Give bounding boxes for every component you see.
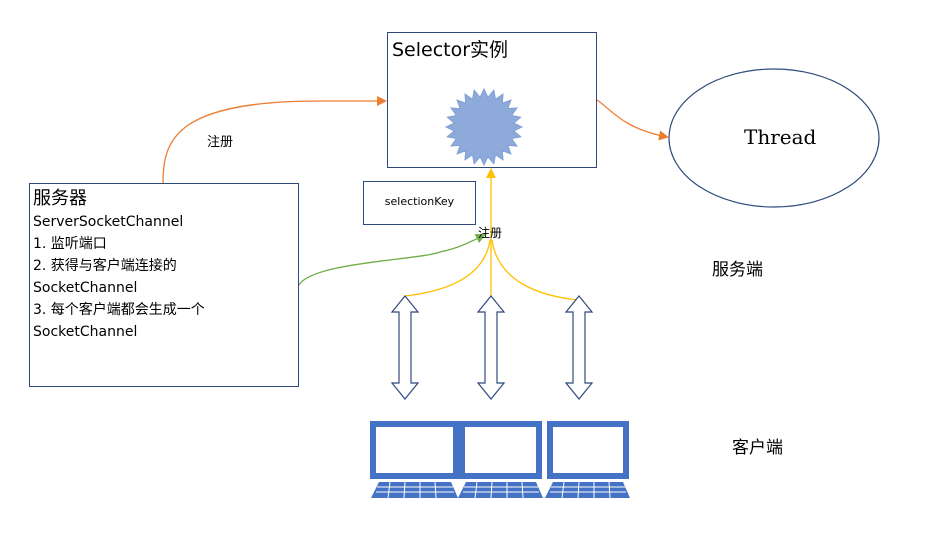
server-title: 服务器 — [33, 188, 87, 209]
computer-icon-2 — [458, 421, 543, 499]
server-box: 服务器 ServerSocketChannel 1. 监听端口 2. 获得与客户… — [29, 183, 299, 387]
server-to-register-arrow — [298, 234, 486, 286]
server-description: 服务器 ServerSocketChannel 1. 监听端口 2. 获得与客户… — [33, 187, 205, 343]
server-line: 2. 获得与客户端连接的 — [33, 258, 177, 274]
computer-icon-1 — [370, 421, 459, 499]
client-register-label: 注册 — [478, 226, 503, 240]
server-line: 3. 每个客户端都会生成一个 — [33, 302, 205, 318]
selector-star-icon — [444, 87, 524, 167]
server-line: ServerSocketChannel — [33, 214, 184, 230]
server-line: SocketChannel — [33, 280, 138, 296]
double-arrow-left — [390, 295, 420, 400]
selector-box: Selector实例 — [387, 32, 597, 168]
selector-to-thread-arrow — [596, 99, 669, 141]
selection-key-box: selectionKey — [363, 181, 476, 225]
server-register-label: 注册 — [207, 135, 234, 150]
thread-label: Thread — [744, 125, 817, 149]
double-arrow-right — [564, 295, 594, 400]
server-side-label: 服务端 — [712, 260, 763, 280]
server-line: SocketChannel — [33, 324, 138, 340]
client-line-left — [404, 239, 491, 297]
computer-icon-3 — [545, 421, 630, 499]
client-line-right — [491, 239, 579, 301]
selection-key-label: selectionKey — [384, 195, 455, 208]
server-to-selector-arrow — [162, 96, 387, 184]
double-arrow-middle — [476, 295, 506, 400]
client-double-arrows — [390, 295, 594, 400]
client-side-label: 客户端 — [732, 438, 783, 458]
server-line: 1. 监听端口 — [33, 236, 107, 252]
selector-title: Selector实例 — [392, 39, 509, 61]
